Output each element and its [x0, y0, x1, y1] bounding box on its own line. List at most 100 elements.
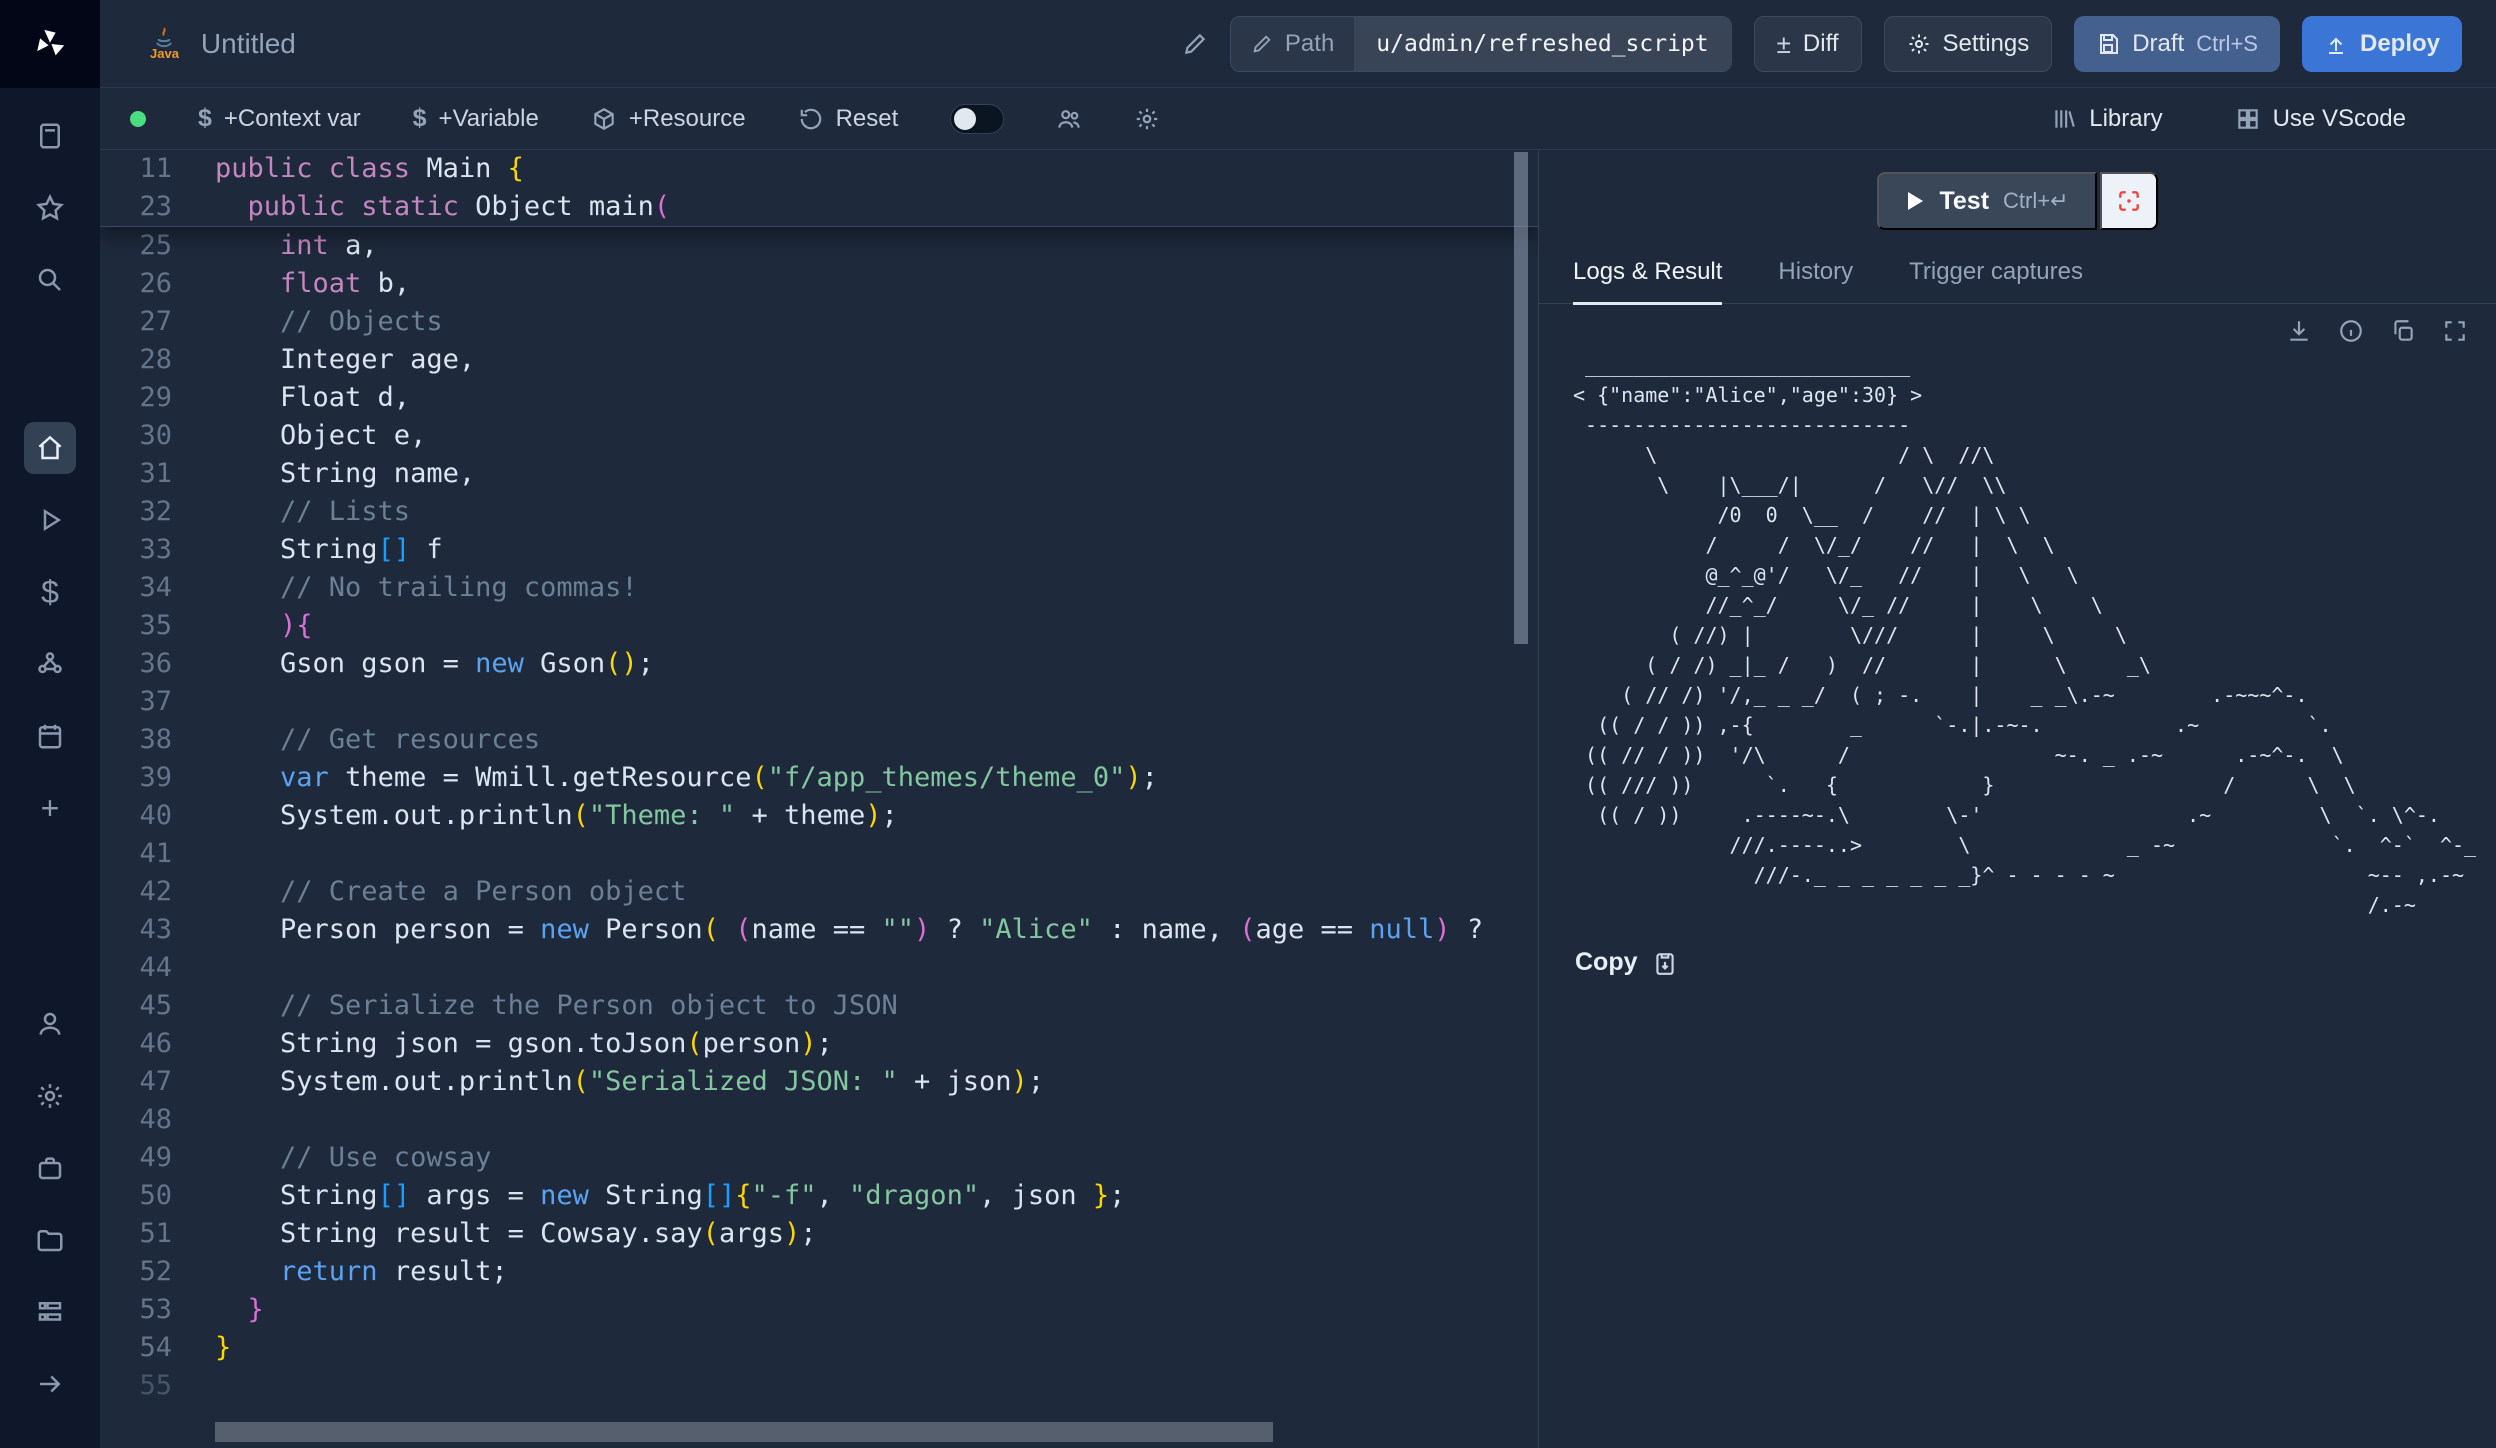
use-vscode-button[interactable]: Use VScode — [2235, 105, 2406, 133]
line-number[interactable]: 42 — [100, 873, 172, 911]
line-number[interactable]: 50 — [100, 1177, 172, 1215]
line-number[interactable]: 45 — [100, 987, 172, 1025]
sidebar-item-home[interactable] — [24, 422, 76, 474]
code-line[interactable]: 26 float b, — [100, 265, 1538, 303]
line-number[interactable]: 35 — [100, 607, 172, 645]
sidebar-item-favorites[interactable] — [24, 182, 76, 234]
code-line[interactable]: 35 ){ — [100, 607, 1538, 645]
sidebar-item-workers[interactable] — [24, 1142, 76, 1194]
horizontal-scrollbar[interactable] — [215, 1422, 1273, 1442]
line-number[interactable]: 32 — [100, 493, 172, 531]
code-line[interactable]: 50 String[] args = new String[]{"-f", "d… — [100, 1177, 1538, 1215]
line-number[interactable]: 39 — [100, 759, 172, 797]
line-number[interactable]: 41 — [100, 835, 172, 873]
code-line[interactable]: 39 var theme = Wmill.getResource("f/app_… — [100, 759, 1538, 797]
code-line[interactable]: 32 // Lists — [100, 493, 1538, 531]
code-line[interactable]: 41 — [100, 835, 1538, 873]
tab-logs-result[interactable]: Logs & Result — [1573, 258, 1722, 305]
line-number[interactable]: 53 — [100, 1291, 172, 1329]
expand-icon[interactable] — [2442, 318, 2468, 344]
code-line[interactable]: 37 — [100, 683, 1538, 721]
line-number[interactable]: 51 — [100, 1215, 172, 1253]
line-number[interactable]: 49 — [100, 1139, 172, 1177]
line-number[interactable]: 11 — [100, 150, 172, 188]
code-line[interactable]: 51 String result = Cowsay.say(args); — [100, 1215, 1538, 1253]
code-line[interactable]: 23 public static Object main( — [100, 188, 1538, 226]
code-line[interactable]: 55 — [100, 1367, 1538, 1405]
windmill-logo[interactable] — [0, 0, 100, 88]
code-line[interactable]: 34 // No trailing commas! — [100, 569, 1538, 607]
code-line[interactable]: 25 int a, — [100, 227, 1538, 265]
sidebar-item-runs[interactable] — [24, 494, 76, 546]
line-number[interactable]: 26 — [100, 265, 172, 303]
tab-history[interactable]: History — [1778, 258, 1853, 303]
sidebar-item-search[interactable] — [24, 254, 76, 306]
line-number[interactable]: 30 — [100, 417, 172, 455]
draft-button[interactable]: Draft Ctrl+S — [2074, 16, 2280, 72]
sidebar-item-add[interactable]: + — [24, 782, 76, 834]
sidebar-item-apps[interactable] — [24, 1286, 76, 1338]
code-line[interactable]: 49 // Use cowsay — [100, 1139, 1538, 1177]
code-line[interactable]: 53 } — [100, 1291, 1538, 1329]
editor-settings-button[interactable] — [1134, 106, 1160, 132]
code-line[interactable]: 45 // Serialize the Person object to JSO… — [100, 987, 1538, 1025]
code-line[interactable]: 42 // Create a Person object — [100, 873, 1538, 911]
sidebar-item-user[interactable] — [24, 998, 76, 1050]
line-number[interactable]: 29 — [100, 379, 172, 417]
line-number[interactable]: 23 — [100, 188, 172, 226]
line-number[interactable]: 36 — [100, 645, 172, 683]
line-number[interactable]: 47 — [100, 1063, 172, 1101]
sidebar-item-calculator[interactable] — [24, 110, 76, 162]
code-line[interactable]: 30 Object e, — [100, 417, 1538, 455]
code-line[interactable]: 31 String name, — [100, 455, 1538, 493]
vertical-scrollbar[interactable] — [1514, 152, 1528, 644]
collaborators-button[interactable] — [1056, 106, 1082, 132]
sidebar-item-schedules[interactable] — [24, 710, 76, 762]
code-line[interactable]: 36 Gson gson = new Gson(); — [100, 645, 1538, 683]
add-variable-button[interactable]: $ +Variable — [413, 104, 539, 133]
deploy-button[interactable]: Deploy — [2302, 16, 2462, 72]
line-number[interactable]: 33 — [100, 531, 172, 569]
diff-button[interactable]: ± Diff — [1754, 16, 1862, 72]
sidebar-item-settings[interactable] — [24, 1070, 76, 1122]
library-button[interactable]: Library — [2051, 105, 2162, 133]
copy-json-icon[interactable] — [2390, 318, 2416, 344]
sidebar-item-variables[interactable]: $ — [24, 566, 76, 618]
code-line[interactable]: 46 String json = gson.toJson(person); — [100, 1025, 1538, 1063]
code-editor[interactable]: 11public class Main {23 public static Ob… — [100, 150, 1538, 1448]
capture-button[interactable] — [2100, 172, 2158, 230]
reset-button[interactable]: Reset — [798, 105, 899, 133]
sidebar-item-resources[interactable] — [24, 638, 76, 690]
code-line[interactable]: 29 Float d, — [100, 379, 1538, 417]
line-number[interactable]: 38 — [100, 721, 172, 759]
code-line[interactable]: 11public class Main { — [100, 150, 1538, 188]
line-number[interactable]: 46 — [100, 1025, 172, 1063]
line-number[interactable]: 43 — [100, 911, 172, 949]
add-resource-button[interactable]: +Resource — [591, 105, 746, 133]
script-title[interactable]: Untitled — [201, 28, 296, 60]
code-line[interactable]: 28 Integer age, — [100, 341, 1538, 379]
code-line[interactable]: 52 return result; — [100, 1253, 1538, 1291]
line-number[interactable]: 40 — [100, 797, 172, 835]
path-value[interactable]: u/admin/refreshed_script — [1354, 17, 1730, 71]
code-line[interactable]: 54} — [100, 1329, 1538, 1367]
line-number[interactable]: 27 — [100, 303, 172, 341]
code-line[interactable]: 48 — [100, 1101, 1538, 1139]
code-line[interactable]: 27 // Objects — [100, 303, 1538, 341]
download-icon[interactable] — [2286, 318, 2312, 344]
line-number[interactable]: 48 — [100, 1101, 172, 1139]
code-line[interactable]: 44 — [100, 949, 1538, 987]
line-number[interactable]: 34 — [100, 569, 172, 607]
assistant-toggle[interactable] — [950, 104, 1004, 134]
path-control[interactable]: Path u/admin/refreshed_script — [1230, 16, 1732, 72]
path-label[interactable]: Path — [1231, 17, 1354, 71]
line-number[interactable]: 31 — [100, 455, 172, 493]
code-line[interactable]: 38 // Get resources — [100, 721, 1538, 759]
line-number[interactable]: 52 — [100, 1253, 172, 1291]
add-context-var-button[interactable]: $ +Context var — [198, 104, 361, 133]
code-line[interactable]: 40 System.out.println("Theme: " + theme)… — [100, 797, 1538, 835]
sidebar-collapse[interactable] — [24, 1358, 76, 1410]
line-number[interactable]: 28 — [100, 341, 172, 379]
sidebar-item-folders[interactable] — [24, 1214, 76, 1266]
settings-button[interactable]: Settings — [1884, 16, 2053, 72]
